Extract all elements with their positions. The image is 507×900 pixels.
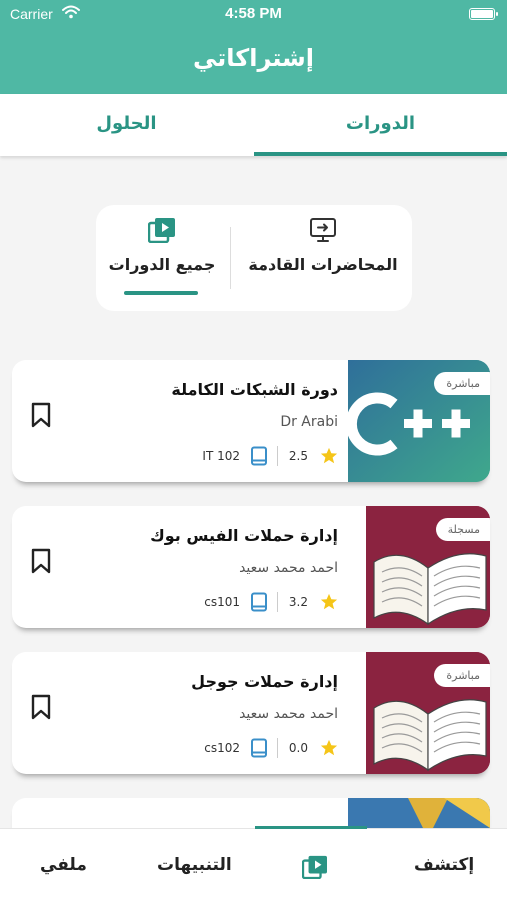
bottom-tab-bar: إكتشف التنبيهات ملفي xyxy=(0,826,507,900)
course-rating: 2.5 xyxy=(288,449,308,463)
bookmark-icon[interactable] xyxy=(30,548,52,574)
course-rating: 0.0 xyxy=(288,741,308,755)
page-title: إشتراكاتي xyxy=(192,44,315,72)
course-code: IT 102 xyxy=(202,449,240,463)
course-thumbnail-book: مسجلة xyxy=(366,506,490,628)
course-code: cs101 xyxy=(204,595,240,609)
course-author: احمد محمد سعيد xyxy=(239,560,338,576)
segment-all-courses-label: جميع الدورات xyxy=(108,255,216,274)
book-icon xyxy=(251,446,267,466)
course-meta: 3.2 cs101 xyxy=(188,592,338,614)
course-thumbnail-cpp: مباشرة xyxy=(348,360,490,482)
battery-icon xyxy=(469,8,498,20)
course-type-badge: مباشرة xyxy=(434,664,490,687)
course-author: احمد محمد سعيد xyxy=(239,706,338,722)
book-icon xyxy=(251,592,267,612)
segment-upcoming-lectures[interactable]: المحاضرات القادمة xyxy=(234,205,412,311)
tab-profile[interactable]: ملفي xyxy=(20,829,120,900)
course-author: Dr Arabi xyxy=(280,414,338,430)
meta-separator xyxy=(277,446,278,466)
book-icon xyxy=(251,738,267,758)
course-thumbnail-book: مباشرة xyxy=(366,652,490,774)
segment-upcoming-lectures-label: المحاضرات القادمة xyxy=(248,255,398,274)
play-library-icon xyxy=(302,855,327,879)
course-card[interactable]: مباشرة إدارة حملات جوجل احمد محمد سعيد 0… xyxy=(12,652,490,774)
tab-discover[interactable]: إكتشف xyxy=(400,829,507,900)
course-card[interactable]: مباشرة دورة الشبكات الكاملة Dr Arabi 2.5… xyxy=(12,360,490,482)
screen-share-icon xyxy=(310,218,336,242)
tab-notifications[interactable]: التنبيهات xyxy=(145,829,265,900)
segment-active-indicator xyxy=(124,291,198,295)
course-card[interactable]: مسجلة إدارة حملات الفيس بوك احمد محمد سع… xyxy=(12,506,490,628)
navigation-bar: إشتراكاتي xyxy=(0,30,507,94)
star-icon xyxy=(320,447,338,464)
course-title: إدارة حملات جوجل xyxy=(191,672,338,691)
segment-all-courses[interactable]: جميع الدورات xyxy=(96,205,228,311)
tab-profile-label: ملفي xyxy=(40,855,87,875)
course-title: إدارة حملات الفيس بوك xyxy=(150,526,338,545)
course-type-badge: مسجلة xyxy=(435,518,490,541)
bookmark-icon[interactable] xyxy=(30,402,52,428)
course-title: دورة الشبكات الكاملة xyxy=(171,380,338,399)
meta-separator xyxy=(277,592,278,612)
status-time: 4:58 PM xyxy=(225,5,282,22)
course-filter-segment: جميع الدورات المحاضرات القادمة xyxy=(96,205,412,311)
course-code: cs102 xyxy=(204,741,240,755)
tab-subscriptions[interactable] xyxy=(270,829,380,900)
tab-courses[interactable]: الدورات xyxy=(254,94,507,156)
tab-solutions[interactable]: الحلول xyxy=(0,94,253,156)
course-rating: 3.2 xyxy=(288,595,308,609)
star-icon xyxy=(320,739,338,756)
course-meta: 0.0 cs102 xyxy=(188,738,338,760)
tab-discover-label: إكتشف xyxy=(414,855,475,875)
course-meta: 2.5 IT 102 xyxy=(188,446,338,468)
bookmark-icon[interactable] xyxy=(30,694,52,720)
segment-divider xyxy=(230,227,231,289)
status-bar: Carrier 4:58 PM xyxy=(0,0,507,30)
course-type-badge: مباشرة xyxy=(434,372,490,395)
top-tabs: الدورات الحلول xyxy=(0,94,507,156)
active-tab-indicator xyxy=(254,152,507,156)
play-library-icon xyxy=(148,218,175,243)
tab-notifications-label: التنبيهات xyxy=(157,855,232,875)
meta-separator xyxy=(277,738,278,758)
star-icon xyxy=(320,593,338,610)
